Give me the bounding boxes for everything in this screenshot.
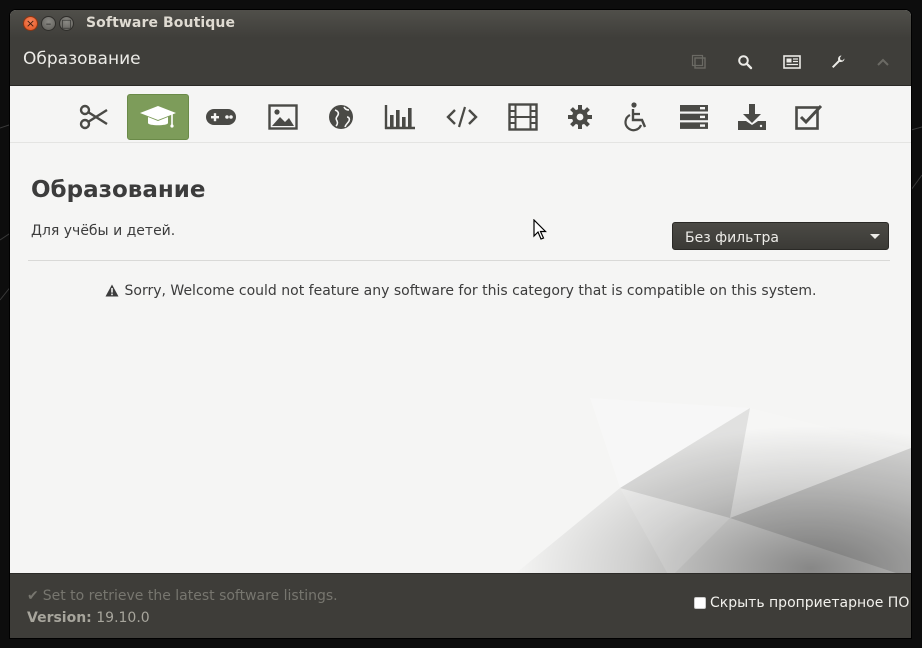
scissors-icon [79,104,108,130]
news-button[interactable] [780,50,804,74]
download-icon [738,104,766,130]
category-office[interactable] [371,95,429,139]
search-button[interactable] [733,50,757,74]
category-graphics[interactable] [254,95,312,139]
gamepad-icon [206,109,236,125]
category-system[interactable] [551,95,609,139]
warning-icon [105,284,119,297]
copy-button[interactable] [687,50,711,74]
caret-down-icon [870,234,880,239]
notice-message: Sorry, Welcome could not feature any sof… [10,283,911,299]
page-heading: Образование [31,177,206,203]
maximize-window-button[interactable]: □ [59,16,74,31]
hide-proprietary-toggle[interactable]: Скрыть проприетарное ПО [694,595,909,611]
graduation-cap-icon [140,106,176,128]
window-title: Software Boutique [86,15,236,31]
filter-dropdown[interactable]: Без фильтра [672,222,889,250]
news-icon [783,55,801,69]
category-games[interactable] [192,95,250,139]
chevron-up-icon [877,58,889,66]
title-bar: × – □ Software Boutique [10,10,911,38]
status-message: ✔ Set to retrieve the latest software lis… [27,588,338,604]
checkbox-icon [795,104,823,130]
header-title: Образование [23,49,141,69]
decorative-background [516,388,911,573]
search-icon [738,55,753,70]
category-picks[interactable] [780,95,838,139]
notice-text: Sorry, Welcome could not feature any sof… [124,283,817,299]
category-internet[interactable] [312,95,370,139]
image-icon [268,104,298,130]
version-label: Version: [27,610,92,626]
app-window: × – □ Software Boutique Образование Обра… [10,10,911,638]
category-education[interactable] [127,94,189,140]
copy-icon [691,54,706,69]
page-subtitle: Для учёбы и детей. [31,223,176,239]
bar-chart-icon [384,105,415,130]
minimize-window-button[interactable]: – [41,16,56,31]
category-multimedia[interactable] [494,95,552,139]
gear-icon [568,105,592,129]
category-universal-access[interactable] [607,95,665,139]
check-icon: ✔ [27,588,39,604]
close-window-button[interactable]: × [23,16,38,31]
status-text: Set to retrieve the latest software list… [42,588,338,604]
wrench-icon [832,55,845,68]
hide-proprietary-label: Скрыть проприетарное ПО [710,595,910,611]
category-installed[interactable] [723,95,781,139]
globe-icon [329,105,353,129]
header-bar: Образование [10,38,911,86]
divider [28,260,890,261]
category-accessories[interactable] [65,95,123,139]
code-icon [446,106,478,128]
footer-bar: ✔ Set to retrieve the latest software lis… [10,573,911,638]
version-info: Version: 19.10.0 [27,610,150,626]
category-bar [10,86,911,143]
film-icon [508,103,538,131]
wheelchair-icon [624,102,647,132]
category-servers[interactable] [665,95,723,139]
server-icon [680,105,708,129]
scroll-top-button[interactable] [871,50,895,74]
mouse-pointer-icon [533,219,547,240]
category-programming[interactable] [433,95,491,139]
settings-button[interactable] [826,50,850,74]
main-content: Образование Для учёбы и детей. Без фильт… [10,143,911,573]
filter-value: Без фильтра [685,230,780,246]
hide-proprietary-checkbox[interactable] [694,597,706,609]
version-value: 19.10.0 [96,610,150,626]
